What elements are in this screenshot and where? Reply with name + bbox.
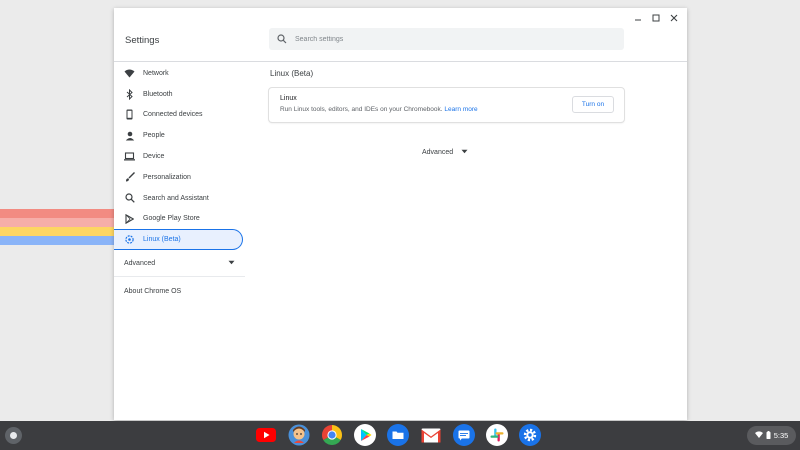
sidebar-item-label: About Chrome OS — [124, 287, 182, 295]
section-title: Linux (Beta) — [270, 69, 314, 78]
close-icon[interactable] — [667, 11, 681, 25]
sidebar-item-label: Linux (Beta) — [143, 236, 181, 244]
sidebar: Network Bluetooth Connected devices Peop… — [114, 63, 245, 305]
turn-on-button[interactable]: Turn on — [572, 96, 614, 113]
status-tray[interactable]: 5:35 — [747, 426, 796, 445]
sidebar-item-personalization[interactable]: Personalization — [114, 167, 245, 188]
caret-down-icon — [461, 149, 468, 156]
wifi-icon — [754, 431, 763, 440]
play-store-icon[interactable] — [354, 424, 376, 446]
person-icon — [124, 130, 135, 141]
settings-icon[interactable] — [519, 424, 541, 446]
sidebar-advanced-toggle[interactable]: Advanced — [114, 250, 245, 276]
files-icon[interactable] — [387, 424, 409, 446]
youtube-icon[interactable] — [255, 424, 277, 446]
messages-icon[interactable] — [453, 424, 475, 446]
phone-icon — [124, 109, 135, 120]
sidebar-item-connected-devices[interactable]: Connected devices — [114, 105, 245, 126]
shelf-apps — [255, 424, 541, 446]
wallpaper-stripe-blue — [0, 236, 130, 245]
gmail-icon[interactable] — [420, 424, 442, 446]
sidebar-item-label: Google Play Store — [143, 215, 200, 223]
sidebar-item-network[interactable]: Network — [114, 63, 245, 84]
avatar-app-icon[interactable] — [288, 424, 310, 446]
learn-more-link[interactable]: Learn more — [444, 106, 477, 113]
card-title: Linux — [280, 95, 297, 102]
shelf: 5:35 — [0, 421, 800, 450]
sidebar-item-label: Device — [143, 153, 165, 161]
wifi-icon — [124, 68, 135, 79]
settings-window: Settings Network Bluetooth Connected dev… — [114, 8, 687, 420]
sidebar-item-label: Personalization — [143, 173, 191, 181]
card-description: Run Linux tools, editors, and IDEs on yo… — [280, 106, 478, 113]
maximize-icon[interactable] — [649, 11, 663, 25]
sidebar-item-linux-beta[interactable]: Linux (Beta) — [114, 229, 243, 251]
advanced-toggle[interactable]: Advanced — [422, 149, 468, 156]
sidebar-item-search-and-assistant[interactable]: Search and Assistant — [114, 188, 245, 209]
wallpaper-stripe-yellow — [0, 227, 130, 236]
sidebar-item-label: Bluetooth — [143, 90, 173, 98]
sidebar-item-device[interactable]: Device — [114, 146, 245, 167]
search-icon — [124, 193, 135, 204]
play-store-icon — [124, 213, 135, 224]
search-icon — [277, 34, 287, 44]
bluetooth-icon — [124, 88, 135, 100]
battery-icon — [766, 430, 771, 441]
page-title: Settings — [125, 35, 160, 46]
sidebar-item-label: Network — [143, 69, 169, 77]
linux-card: Linux Run Linux tools, editors, and IDEs… — [269, 88, 624, 122]
card-description-text: Run Linux tools, editors, and IDEs on yo… — [280, 106, 443, 113]
wallpaper-stripe-pink — [0, 218, 130, 227]
slack-icon[interactable] — [486, 424, 508, 446]
brush-icon — [124, 172, 135, 183]
linux-gear-icon — [124, 234, 135, 245]
minimize-icon[interactable] — [631, 11, 645, 25]
sidebar-item-label: People — [143, 132, 165, 140]
sidebar-item-google-play-store[interactable]: Google Play Store — [114, 209, 245, 230]
wallpaper-stripe-red — [0, 209, 130, 218]
clock-time: 5:35 — [773, 431, 789, 440]
sidebar-item-bluetooth[interactable]: Bluetooth — [114, 84, 245, 105]
sidebar-item-label: Connected devices — [143, 111, 203, 119]
caret-down-icon — [228, 260, 235, 267]
sidebar-item-label: Search and Assistant — [143, 194, 209, 202]
search-bar[interactable] — [269, 28, 624, 50]
search-input[interactable] — [295, 35, 595, 43]
launcher-icon — [10, 432, 17, 439]
laptop-icon — [124, 151, 135, 162]
sidebar-advanced-label: Advanced — [124, 259, 156, 267]
advanced-label: Advanced — [422, 149, 454, 156]
window-controls — [631, 11, 681, 25]
settings-header: Settings — [114, 28, 687, 62]
launcher-button[interactable] — [5, 427, 22, 444]
sidebar-item-people[interactable]: People — [114, 125, 245, 146]
chrome-icon[interactable] — [321, 424, 343, 446]
sidebar-item-about-chrome-os[interactable]: About Chrome OS — [114, 277, 245, 305]
